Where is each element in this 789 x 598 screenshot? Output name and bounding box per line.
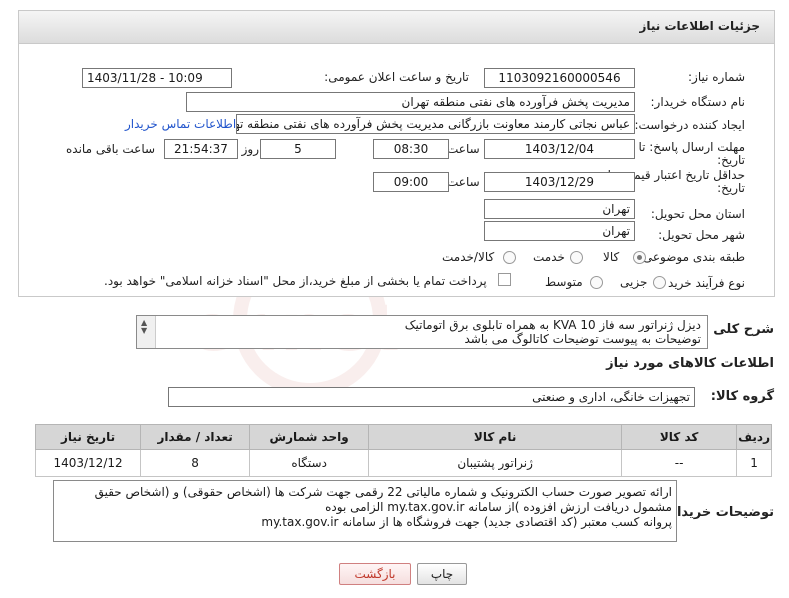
buyer-notes-line-2: مشمول دریافت ارزش افزوده )از سامانه my.t… xyxy=(325,500,672,514)
contact-info-link[interactable]: اطلاعات تماس خریدار xyxy=(125,117,236,131)
validity-date-field: 1403/12/29 xyxy=(484,172,635,192)
deadline-label-2: تاریخ: xyxy=(717,153,745,167)
buyer-notes-line-3: پروانه کسب معتبر (کد اقتصادی جدید) جهت ف… xyxy=(261,515,672,529)
category-goods-radio[interactable] xyxy=(633,251,646,264)
creator-label: ایجاد کننده درخواست: xyxy=(634,118,745,132)
province-field: تهران xyxy=(484,199,635,219)
cell-row: 1 xyxy=(736,449,772,477)
treasury-payment-note: پرداخت تمام یا بخشی از مبلغ خرید،از محل … xyxy=(104,274,487,288)
city-label: شهر محل تحویل: xyxy=(658,228,745,242)
goods-group-label: گروه کالا: xyxy=(710,389,774,404)
category-both-radio[interactable] xyxy=(503,251,516,264)
remaining-label: ساعت باقی مانده xyxy=(66,142,156,156)
validity-label-2: تاریخ: xyxy=(717,181,745,195)
goods-group-field: تجهیزات خانگی، اداری و صنعتی xyxy=(168,387,695,407)
cell-code: -- xyxy=(621,449,738,477)
process-medium-label: متوسط xyxy=(545,275,583,289)
process-minor-label: جزیی xyxy=(620,275,648,289)
cell-qty: 8 xyxy=(140,449,251,477)
cell-date: 1403/12/12 xyxy=(34,449,142,477)
deadline-label: مهلت ارسال پاسخ: تا xyxy=(638,140,745,154)
days-field: 5 xyxy=(260,139,336,159)
panel-title: جزئیات اطلاعات نیاز xyxy=(639,19,760,33)
validity-time-field: 09:00 xyxy=(373,172,449,192)
buyer-org-label: نام دستگاه خریدار: xyxy=(650,95,746,109)
process-medium-radio[interactable] xyxy=(590,276,603,289)
buyer-notes-label: توضیحات خریدار: xyxy=(664,505,774,520)
category-label: طبقه بندی موضوعی: xyxy=(638,250,745,264)
city-field: تهران xyxy=(484,221,635,241)
table-row: 1 -- ژنراتور پشتیبان دستگاه 8 1403/12/12 xyxy=(34,449,772,477)
process-label: نوع فرآیند خرید : xyxy=(660,276,745,290)
remaining-time-field: 21:54:37 xyxy=(164,139,238,159)
deadline-date-field: 1403/12/04 xyxy=(484,139,635,159)
buyer-notes-textarea[interactable]: ارائه تصویر صورت حساب الکترونیک و شماره … xyxy=(53,480,677,542)
need-number-field: 1103092160000546 xyxy=(484,68,635,88)
col-code-header: کد کالا xyxy=(621,424,738,450)
process-minor-radio[interactable] xyxy=(653,276,666,289)
description-line-1: دیزل ژنراتور سه فاز 10 KVA به همراه تابل… xyxy=(404,318,701,332)
need-number-label: شماره نیاز: xyxy=(688,70,745,84)
col-name-header: نام کالا xyxy=(368,424,623,450)
deadline-time-label: ساعت xyxy=(447,142,480,156)
category-goods-label: کالا xyxy=(603,250,620,264)
goods-table: ردیف کد کالا نام کالا واحد شمارش تعداد /… xyxy=(34,424,772,477)
panel-header: جزئیات اطلاعات نیاز xyxy=(18,10,775,44)
goods-section-title: اطلاعات کالاهای مورد نیاز xyxy=(606,356,774,371)
announce-field: 1403/11/28 - 10:09 xyxy=(82,68,232,88)
col-qty-header: تعداد / مقدار xyxy=(140,424,251,450)
category-service-label: خدمت xyxy=(533,250,565,264)
creator-field: عباس نجاتی کارمند معاونت بازرگانی مدیریت… xyxy=(236,114,635,134)
treasury-payment-checkbox[interactable] xyxy=(498,273,511,286)
print-button[interactable]: چاپ xyxy=(417,563,467,585)
announce-label: تاریخ و ساعت اعلان عمومی: xyxy=(324,70,469,84)
category-both-label: کالا/خدمت xyxy=(442,250,495,264)
buyer-org-field: مدیریت پخش فرآورده های نفتی منطقه تهران xyxy=(186,92,635,112)
table-header-row: ردیف کد کالا نام کالا واحد شمارش تعداد /… xyxy=(34,424,772,450)
back-button[interactable]: بازگشت xyxy=(339,563,411,585)
description-textarea[interactable]: ▲ ▼ دیزل ژنراتور سه فاز 10 KVA به همراه … xyxy=(136,315,708,349)
buyer-notes-line-1: ارائه تصویر صورت حساب الکترونیک و شماره … xyxy=(94,485,672,499)
description-scrollbar[interactable]: ▲ ▼ xyxy=(137,316,156,348)
col-date-header: تاریخ نیاز xyxy=(34,424,142,450)
province-label: استان محل تحویل: xyxy=(650,207,745,221)
cell-unit: دستگاه xyxy=(249,449,370,477)
validity-time-label: ساعت xyxy=(447,175,480,189)
description-line-2: توضیحات به پیوست توضیحات کاتالوگ می باشد xyxy=(464,332,702,346)
scroll-down-icon[interactable]: ▼ xyxy=(141,326,147,335)
category-service-radio[interactable] xyxy=(570,251,583,264)
deadline-time-field: 08:30 xyxy=(373,139,449,159)
col-unit-header: واحد شمارش xyxy=(249,424,370,450)
col-row-header: ردیف xyxy=(736,424,772,450)
cell-name: ژنراتور پشتیبان xyxy=(368,449,623,477)
